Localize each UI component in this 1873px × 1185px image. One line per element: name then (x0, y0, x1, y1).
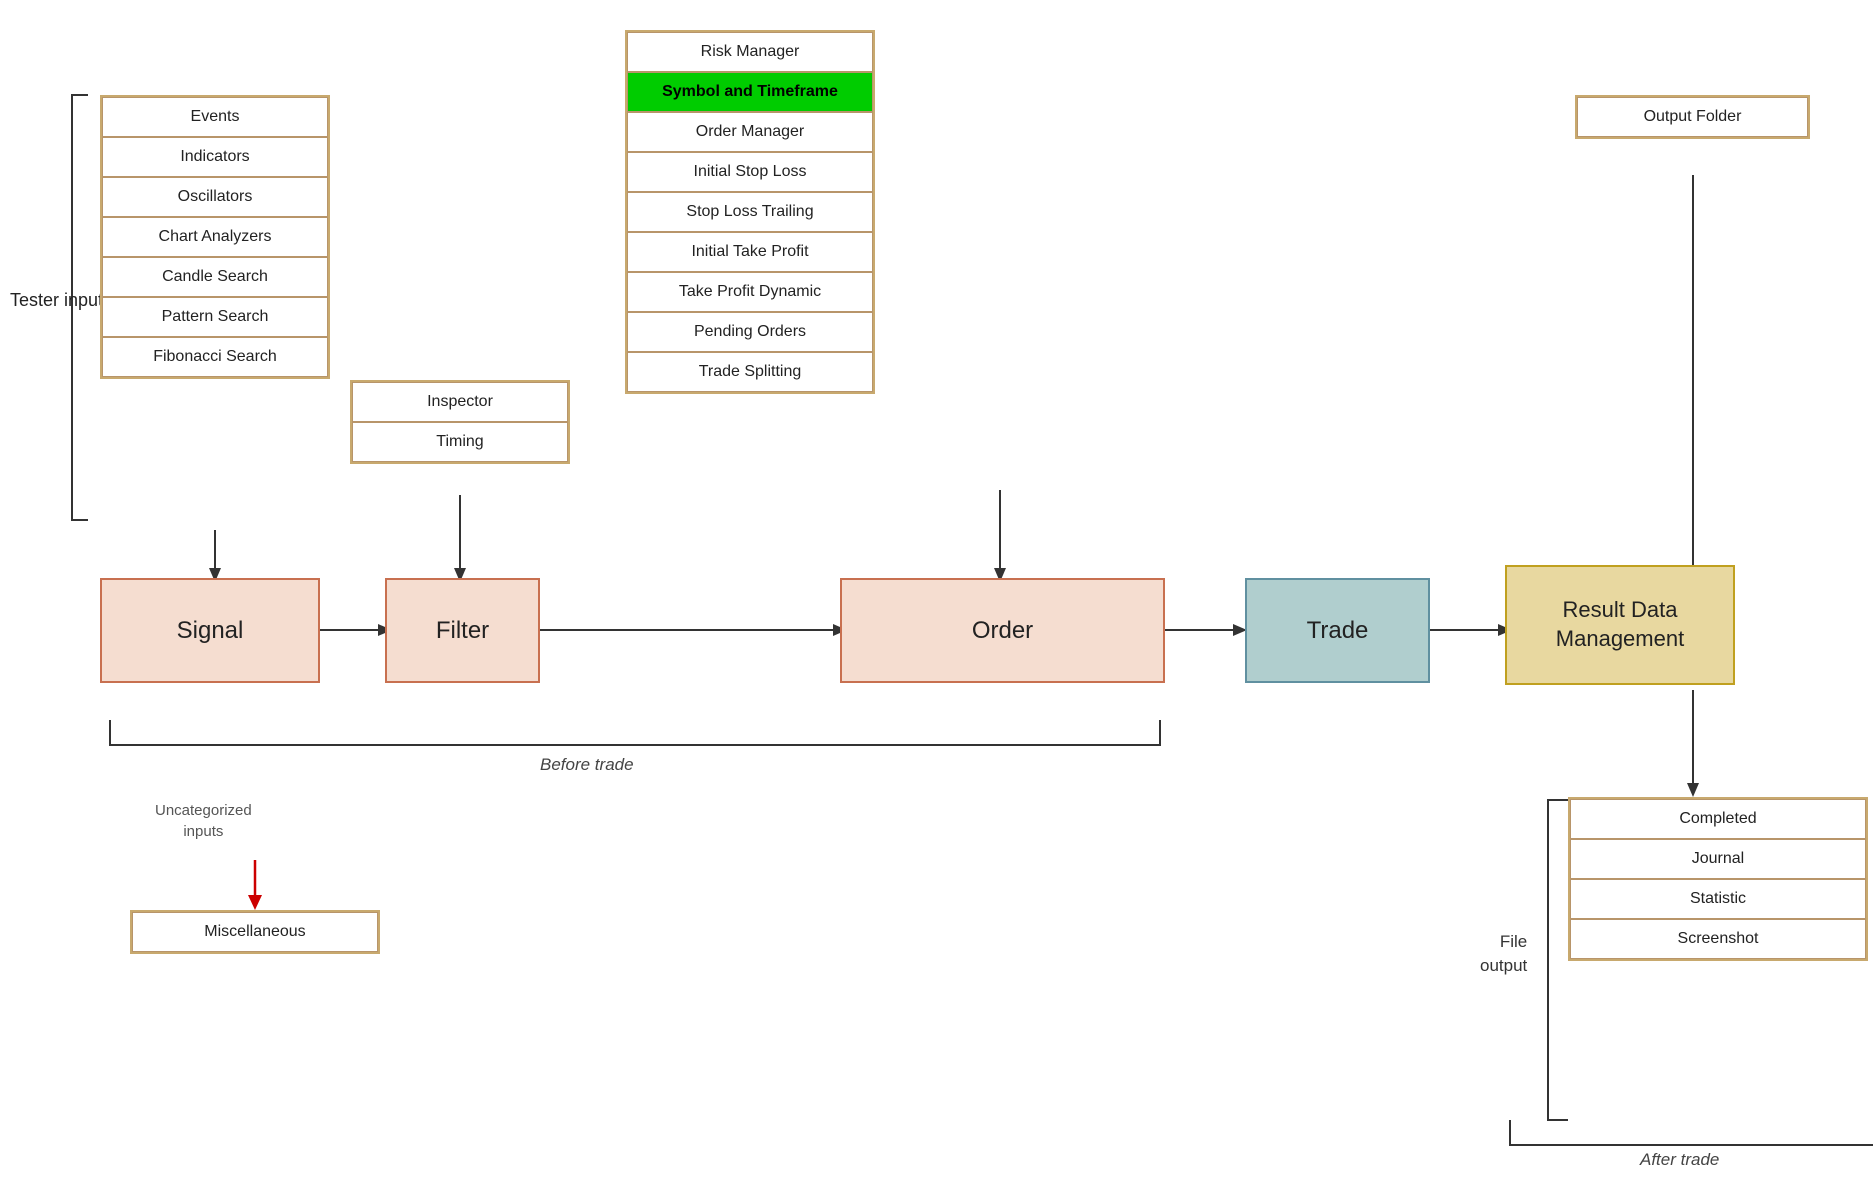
file-output-group: Completed Journal Statistic Screenshot (1568, 797, 1868, 961)
order-box: Order (840, 578, 1165, 683)
filter-box-group: Inspector Timing (350, 380, 570, 464)
file-output-label: Fileoutput (1480, 930, 1527, 978)
order-label: Order (972, 617, 1033, 645)
fibonacci-search-item: Fibonacci Search (102, 337, 328, 377)
order-box-group: Risk Manager Symbol and Timeframe Order … (625, 30, 875, 394)
miscellaneous-group: Miscellaneous (130, 910, 380, 954)
order-manager-item: Order Manager (627, 112, 873, 152)
chart-analyzers-item: Chart Analyzers (102, 217, 328, 257)
events-item: Events (102, 97, 328, 137)
output-folder-group: Output Folder (1575, 95, 1810, 139)
initial-take-profit-item: Initial Take Profit (627, 232, 873, 272)
after-trade-label: After trade (1640, 1150, 1719, 1170)
trade-label: Trade (1307, 617, 1369, 645)
tester-input-label: Tester input (10, 290, 103, 311)
oscillators-item: Oscillators (102, 177, 328, 217)
signal-box: Signal (100, 578, 320, 683)
indicators-item: Indicators (102, 137, 328, 177)
trade-box: Trade (1245, 578, 1430, 683)
trade-splitting-item: Trade Splitting (627, 352, 873, 392)
pending-orders-item: Pending Orders (627, 312, 873, 352)
input-box-group: Events Indicators Oscillators Chart Anal… (100, 95, 330, 379)
uncategorized-label: Uncategorizedinputs (155, 800, 252, 842)
before-trade-label: Before trade (540, 755, 634, 775)
initial-stop-loss-item: Initial Stop Loss (627, 152, 873, 192)
screenshot-item: Screenshot (1570, 919, 1866, 959)
timing-item: Timing (352, 422, 568, 462)
pattern-search-item: Pattern Search (102, 297, 328, 337)
inspector-item: Inspector (352, 382, 568, 422)
statistic-item: Statistic (1570, 879, 1866, 919)
journal-item: Journal (1570, 839, 1866, 879)
result-label: Result DataManagement (1556, 596, 1684, 653)
result-data-mgmt-box: Result DataManagement (1505, 565, 1735, 685)
symbol-timeframe-item: Symbol and Timeframe (627, 72, 873, 112)
filter-box: Filter (385, 578, 540, 683)
risk-manager-item: Risk Manager (627, 32, 873, 72)
candle-search-item: Candle Search (102, 257, 328, 297)
completed-item: Completed (1570, 799, 1866, 839)
miscellaneous-item: Miscellaneous (132, 912, 378, 952)
signal-label: Signal (177, 617, 244, 645)
stop-loss-trailing-item: Stop Loss Trailing (627, 192, 873, 232)
output-folder-item: Output Folder (1577, 97, 1808, 137)
filter-label: Filter (436, 617, 489, 645)
diagram-container: Tester input Events Indicators Oscillato… (0, 0, 1873, 1185)
take-profit-dynamic-item: Take Profit Dynamic (627, 272, 873, 312)
